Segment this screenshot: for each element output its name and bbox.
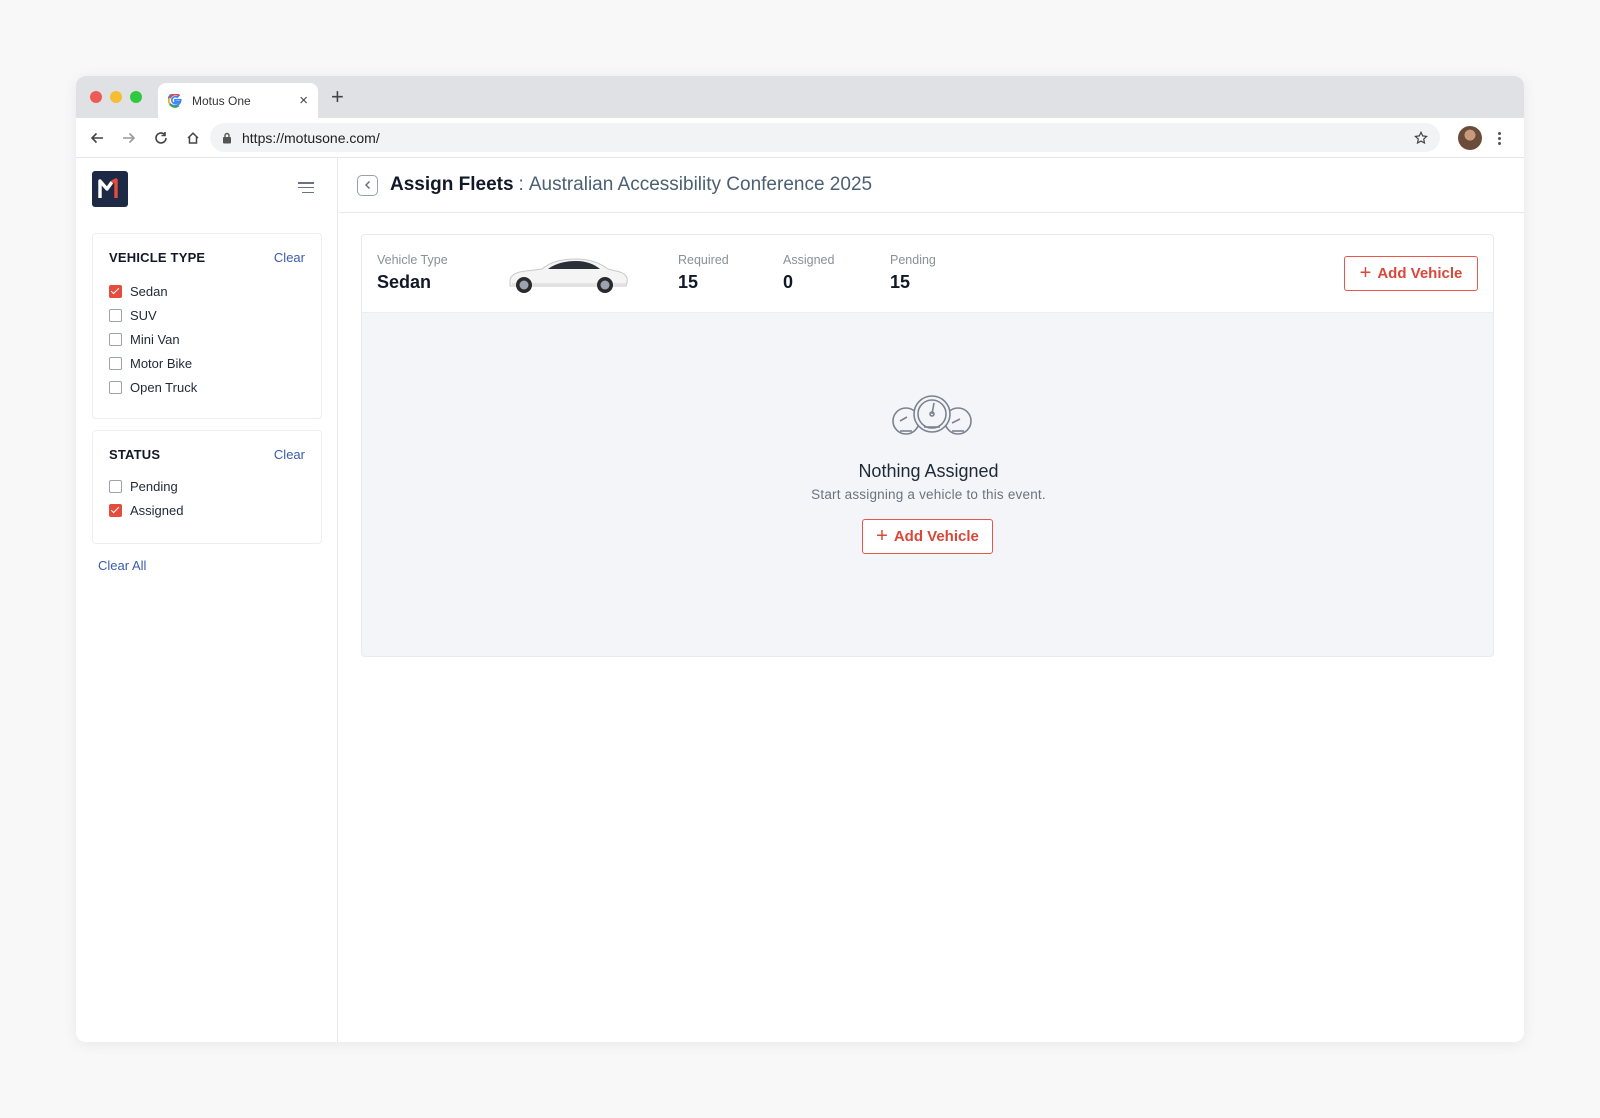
tab-title: Motus One [192,93,251,108]
add-vehicle-button[interactable]: + Add Vehicle [1344,256,1478,291]
filter-sidebar: VEHICLE TYPE Clear Sedan SUV Mini Van Mo… [76,158,338,1042]
option-label: Open Truck [130,379,198,395]
page-header: Assign Fleets : Australian Accessibility… [339,158,1524,213]
assigned-value: 0 [783,272,794,292]
status-option-assigned[interactable]: Assigned [109,498,305,522]
fleet-panel: Vehicle Type Sedan Required 15 Assigned … [361,234,1494,657]
option-label: Assigned [130,502,184,518]
url-text: https://motusone.com/ [242,129,380,146]
back-button[interactable] [357,174,378,196]
menu-toggle-icon[interactable] [298,182,314,193]
bookmark-star-icon[interactable] [1414,130,1428,145]
back-arrow-icon[interactable] [82,129,112,146]
status-option-pending[interactable]: Pending [109,474,305,498]
checkbox-checked[interactable] [109,503,122,517]
vehicle-type-option-mini-van[interactable]: Mini Van [109,327,305,351]
vehicle-type-option-motor-bike[interactable]: Motor Bike [109,351,305,375]
google-icon [168,93,182,108]
vehicle-summary-row: Vehicle Type Sedan Required 15 Assigned … [362,235,1493,313]
main-content: Assign Fleets : Australian Accessibility… [339,158,1524,1042]
tab-close-icon[interactable]: × [299,93,308,108]
vehicle-type-label: Vehicle Type [377,253,448,267]
profile-avatar[interactable] [1458,126,1482,150]
checkbox[interactable] [109,380,122,394]
browser-window: Motus One × + https://motusone.com/ VEHI… [76,76,1524,1042]
browser-toolbar: https://motusone.com/ [76,118,1524,158]
app-logo[interactable] [92,171,128,207]
dashboard-gauge-icon [892,395,972,435]
clear-all-link[interactable]: Clear All [98,558,146,573]
vehicle-type-option-sedan[interactable]: Sedan [109,279,305,303]
add-vehicle-empty-button[interactable]: + Add Vehicle [862,519,993,554]
pending-value: 15 [890,272,911,292]
option-label: Sedan [130,283,168,299]
add-vehicle-label: Add Vehicle [893,528,979,545]
tab-strip: Motus One × + [76,76,1524,118]
page-title: Assign Fleets [390,174,514,195]
address-bar[interactable]: https://motusone.com/ [210,123,1440,152]
add-vehicle-label: Add Vehicle [1377,265,1463,282]
event-name: Australian Accessibility Conference 2025 [528,174,873,195]
assigned-label: Assigned [783,253,835,267]
option-label: Motor Bike [130,355,193,371]
checkbox[interactable] [109,332,122,346]
vehicle-type-option-open-truck[interactable]: Open Truck [109,375,305,399]
home-icon[interactable] [178,129,208,146]
lock-icon [223,132,231,143]
status-clear-link[interactable]: Clear [274,447,305,462]
vehicle-type-option-suv[interactable]: SUV [109,303,305,327]
status-filter: STATUS Clear Pending Assigned [92,430,322,544]
maximize-window-button[interactable] [130,91,142,103]
vehicle-type-filter: VEHICLE TYPE Clear Sedan SUV Mini Van Mo… [92,233,322,419]
forward-arrow-icon[interactable] [114,129,144,146]
empty-state-title: Nothing Assigned [858,461,999,481]
required-label: Required [678,253,729,267]
checkbox[interactable] [109,308,122,322]
checkbox-checked[interactable] [109,284,122,298]
plus-icon: + [1359,261,1372,284]
reload-icon[interactable] [146,129,176,146]
checkbox[interactable] [109,479,122,493]
plus-icon: + [876,524,888,547]
close-window-button[interactable] [90,91,102,103]
new-tab-button[interactable]: + [331,86,344,108]
chevron-left-icon [364,180,370,190]
option-label: Mini Van [130,331,180,347]
title-separator: : [518,174,524,195]
vehicle-type-title: VEHICLE TYPE [109,250,206,265]
status-title: STATUS [109,447,161,462]
window-controls [90,91,142,103]
pending-label: Pending [890,253,936,267]
option-label: Pending [130,478,178,494]
vehicle-type-clear-link[interactable]: Clear [274,250,305,265]
sedan-car-image [509,258,628,293]
vehicle-type-value: Sedan [377,272,432,292]
minimize-window-button[interactable] [110,91,122,103]
empty-state-subtitle: Start assigning a vehicle to this event. [811,487,1046,502]
browser-tab[interactable]: Motus One × [158,83,318,118]
required-value: 15 [678,272,699,292]
checkbox[interactable] [109,356,122,370]
option-label: SUV [130,307,157,323]
more-menu-icon[interactable] [1490,126,1508,150]
